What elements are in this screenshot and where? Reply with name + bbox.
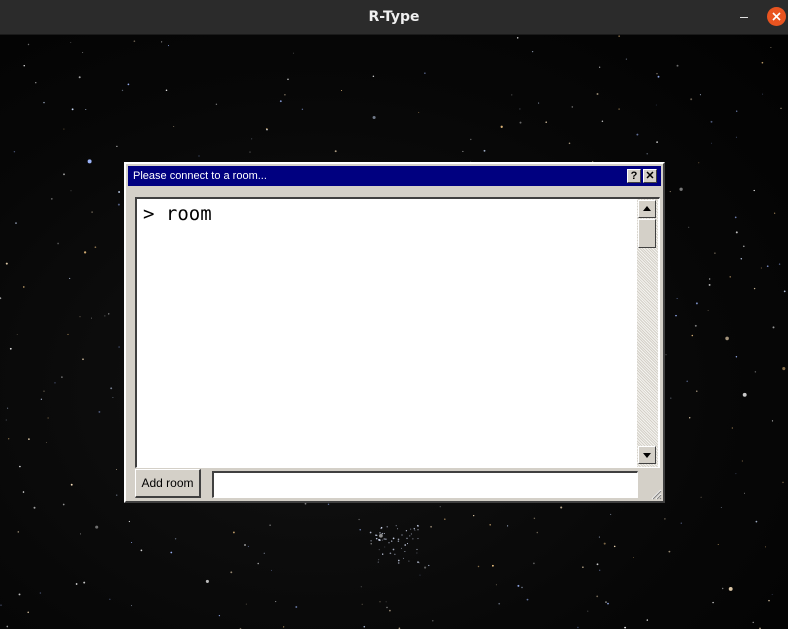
scrollbar-thumb[interactable] — [638, 219, 656, 248]
room-name-input[interactable] — [212, 471, 638, 498]
scroll-up-button[interactable] — [638, 200, 656, 218]
close-icon[interactable] — [767, 7, 786, 26]
app-window: R-Type Please connect to a room... ? ✕ >… — [0, 0, 788, 629]
dialog-close-button[interactable]: ✕ — [643, 169, 657, 183]
window-title: R-Type — [368, 9, 420, 25]
room-log[interactable]: > room — [135, 197, 660, 468]
scroll-down-button[interactable] — [638, 446, 656, 464]
help-button[interactable]: ? — [627, 169, 641, 183]
vertical-scrollbar[interactable] — [637, 199, 658, 467]
minimize-icon[interactable] — [736, 9, 752, 25]
dialog-titlebar[interactable]: Please connect to a room... ? ✕ — [128, 166, 661, 186]
arrow-down-icon — [643, 453, 651, 458]
add-room-button[interactable]: Add room — [135, 469, 201, 498]
room-dialog: Please connect to a room... ? ✕ > room A… — [124, 162, 665, 503]
dialog-title: Please connect to a room... — [133, 170, 267, 182]
log-line: > room — [143, 203, 212, 225]
arrow-up-icon — [643, 206, 651, 211]
resize-grip-icon[interactable] — [650, 488, 662, 500]
window-titlebar: R-Type — [0, 0, 788, 35]
